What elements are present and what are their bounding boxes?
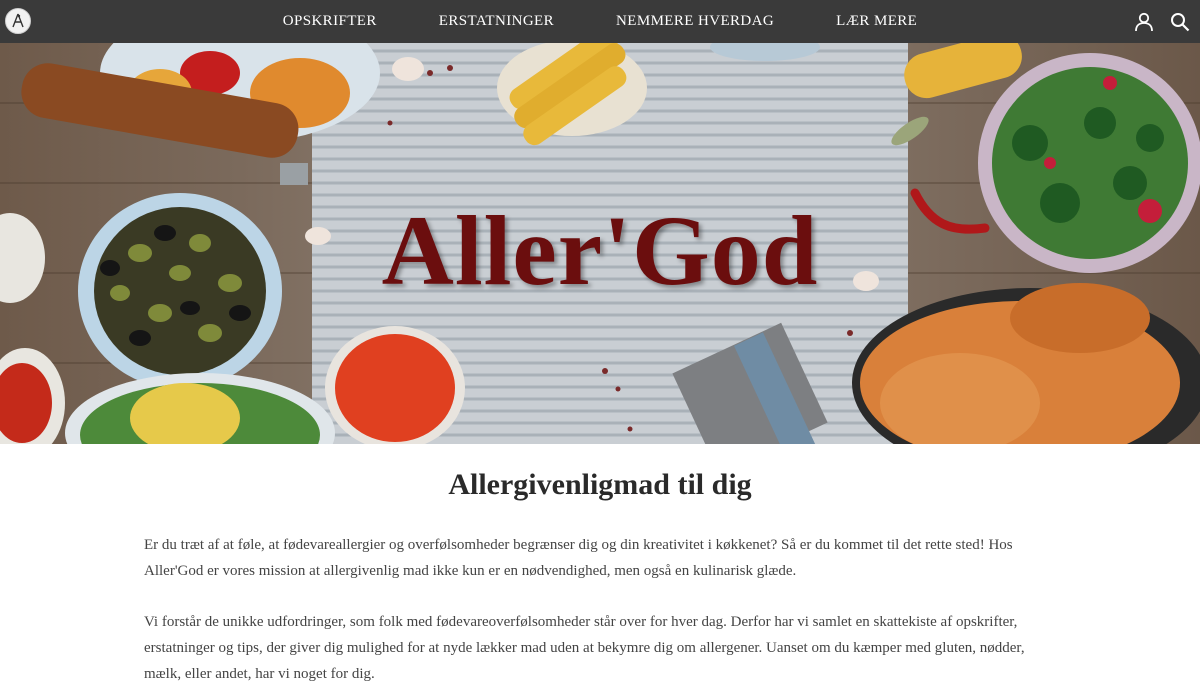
user-icon[interactable] <box>1132 10 1156 34</box>
intro-paragraph-1: Er du træt af at føle, at fødevareallerg… <box>144 537 1013 579</box>
nav-link-opskrifter[interactable]: OPSKRIFTER <box>283 13 377 30</box>
nav-link-nemmere-hverdag[interactable]: NEMMERE HVERDAG <box>616 13 774 30</box>
top-navigation: OPSKRIFTER ERSTATNINGER NEMMERE HVERDAG … <box>0 0 1200 43</box>
page-heading: Allergivenligmad til dig <box>448 468 752 501</box>
hero-title: Aller'God <box>381 195 819 306</box>
nav-links: OPSKRIFTER ERSTATNINGER NEMMERE HVERDAG … <box>0 0 1200 43</box>
search-icon[interactable] <box>1168 10 1192 34</box>
nav-link-erstatninger[interactable]: ERSTATNINGER <box>439 13 554 30</box>
nav-link-laer-mere[interactable]: LÆR MERE <box>836 13 917 30</box>
hero-banner: Aller'God <box>0 43 1200 444</box>
main-content: Allergivenligmad til dig Er du træt af a… <box>0 444 1200 682</box>
intro-paragraph-2: Vi forstår de unikke udfordringer, som f… <box>144 614 1025 682</box>
